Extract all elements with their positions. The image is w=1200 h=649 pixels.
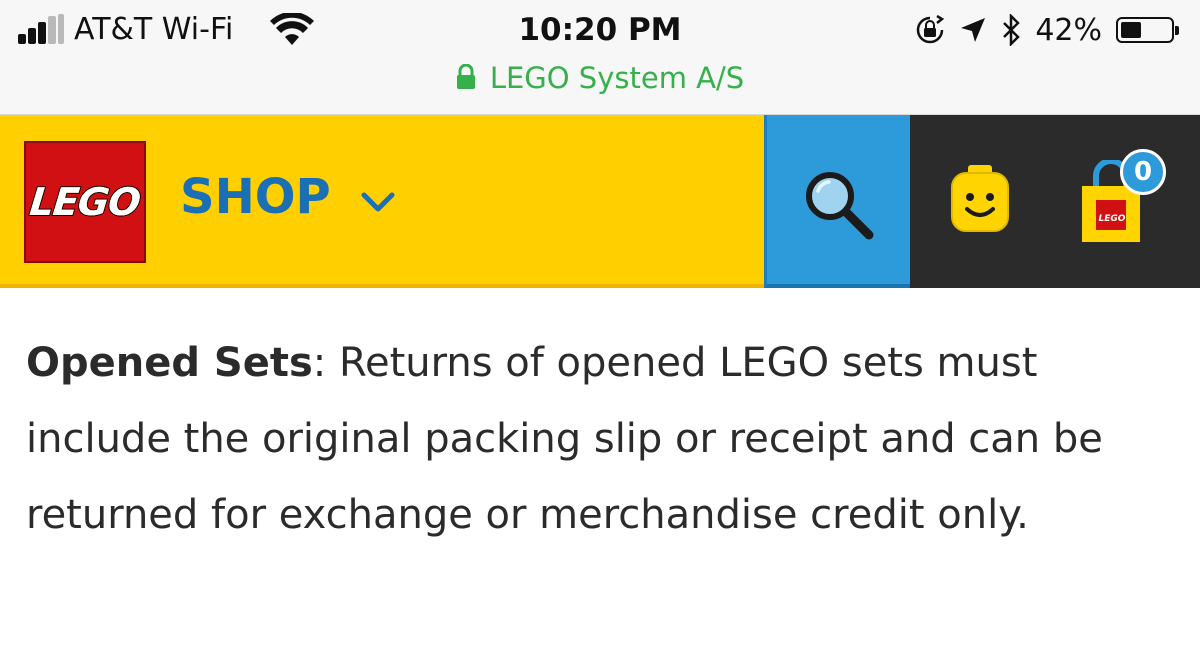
search-button[interactable]	[764, 115, 910, 288]
policy-heading: Opened Sets	[26, 340, 313, 386]
bag-logo-text: LEGO	[1098, 214, 1126, 224]
rotation-lock-icon	[917, 15, 945, 44]
site-header: LEGO SHOP LEGO 0	[0, 115, 1200, 288]
battery-percent: 42%	[1035, 12, 1102, 48]
account-and-bag-area: LEGO 0	[910, 115, 1200, 288]
status-right-group: 42%	[915, 10, 1179, 50]
ios-status-bar: AT&T Wi-Fi 10:20 PM LEGO System A/S 42%	[0, 0, 1200, 115]
secure-site-label[interactable]: LEGO System A/S	[0, 58, 1200, 98]
lock-icon	[456, 64, 475, 89]
bluetooth-icon	[1003, 14, 1021, 46]
lego-logo[interactable]: LEGO	[24, 141, 146, 263]
return-policy-paragraph: Opened Sets: Returns of opened LEGO sets…	[26, 325, 1166, 553]
header-main-bar: LEGO SHOP	[0, 115, 764, 288]
location-arrow-icon	[961, 18, 986, 42]
site-name: LEGO System A/S	[489, 61, 745, 95]
shop-menu-label[interactable]: SHOP	[180, 165, 331, 229]
account-minifig-icon[interactable]	[950, 165, 1010, 237]
lego-logo-text: LEGO	[27, 179, 143, 225]
chevron-down-icon[interactable]	[358, 189, 398, 215]
policy-heading-colon: :	[312, 340, 327, 386]
battery-icon	[1116, 17, 1179, 43]
search-icon	[806, 172, 874, 240]
bag-count-badge: 0	[1120, 149, 1166, 195]
